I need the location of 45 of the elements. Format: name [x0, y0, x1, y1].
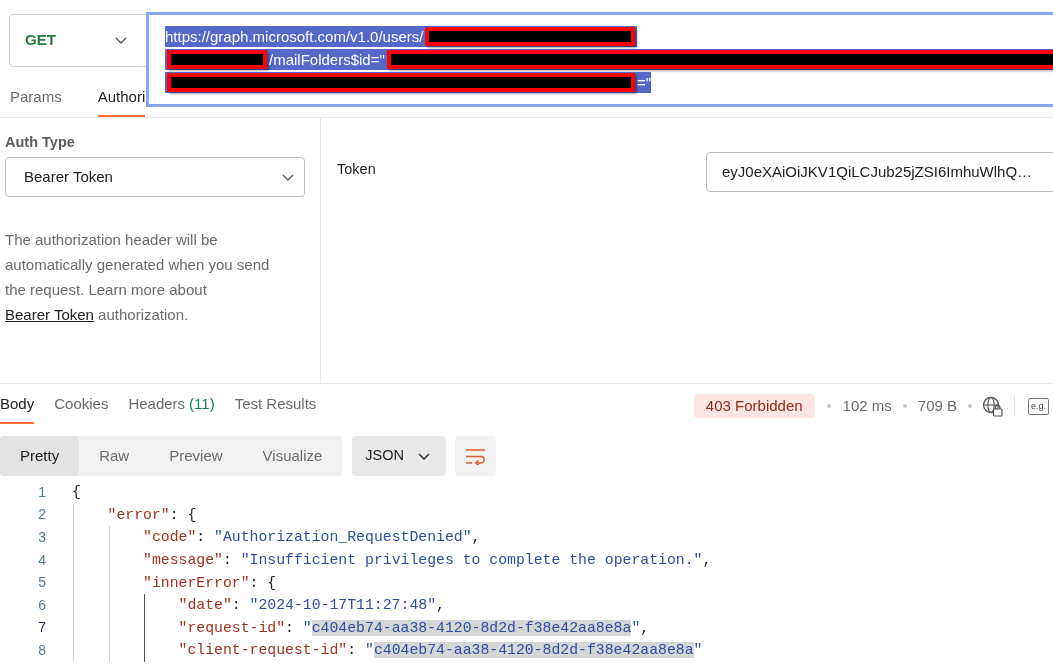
response-tab[interactable]: Cookies: [54, 384, 109, 424]
view-tab[interactable]: Preview: [149, 436, 243, 476]
view-tab[interactable]: Pretty: [0, 436, 80, 476]
line-number: 4: [37, 550, 46, 570]
chevron-down-icon: [282, 173, 294, 181]
response-tab[interactable]: Test Results: [234, 384, 317, 424]
wrap-lines-button[interactable]: [455, 436, 497, 476]
chevron-down-icon: [418, 452, 431, 460]
token-field[interactable]: eyJ0eXAiOiJKV1QiLCJub25jZSI6ImhuWlhQ…: [706, 152, 1053, 192]
response-size: 709 B: [917, 395, 957, 416]
bearer-token-link[interactable]: Bearer Token: [5, 306, 94, 323]
code-line: "error": {: [107, 505, 197, 525]
examples-button[interactable]: e.g.: [1028, 397, 1049, 415]
auth-type-label: Auth Type: [5, 133, 75, 152]
code-line: "client-request-id": "c404eb74-aa38-4120-8d2d-f38e42aa8e8a": [178, 641, 703, 661]
url-text: /mailFolders$id=": [269, 50, 385, 70]
line-number: 6: [37, 595, 46, 615]
code-line: "date": "2024-10-17T11:27:48",: [178, 596, 445, 616]
url-field[interactable]: https://graph.microsoft.com/v1.0/users/ /mailFolders$id=" =": [146, 12, 1053, 107]
status-badge: 403 Forbidden: [693, 394, 815, 418]
view-tab[interactable]: Raw: [79, 436, 150, 476]
response-tab[interactable]: Body: [0, 384, 35, 424]
code-line: {: [72, 483, 81, 503]
line-number: 7: [37, 618, 46, 638]
token-label: Token: [337, 161, 376, 177]
format-dropdown[interactable]: JSON: [352, 436, 447, 476]
globe-lock-icon[interactable]: [982, 395, 1003, 417]
code-line: "innerError": {: [143, 573, 277, 593]
view-tab[interactable]: Visualize: [242, 436, 343, 476]
request-tab[interactable]: Params: [10, 80, 62, 117]
wrap-lines-icon: [465, 447, 487, 465]
url-text: https://graph.microsoft.com/v1.0/users/: [165, 27, 424, 47]
line-number: 8: [37, 640, 46, 660]
line-number: 2: [37, 505, 46, 525]
url-text: =": [637, 73, 652, 93]
line-number: 1: [37, 482, 46, 502]
response-time: 102 ms: [842, 395, 892, 416]
line-number: 5: [37, 573, 46, 593]
auth-type-dropdown[interactable]: Bearer Token: [5, 157, 305, 197]
chevron-down-icon: [115, 37, 127, 44]
auth-description: The authorization header will be automatically generated when you send the request. Learn more about Bearer Token authorization.: [5, 230, 271, 325]
code-line: "message": "Insufficient privileges to complete the operation.",: [143, 551, 712, 571]
line-number: 3: [37, 528, 46, 547]
code-line: "code": "Authorization_RequestDenied",: [143, 528, 481, 548]
response-tab[interactable]: Headers (11): [128, 384, 215, 424]
